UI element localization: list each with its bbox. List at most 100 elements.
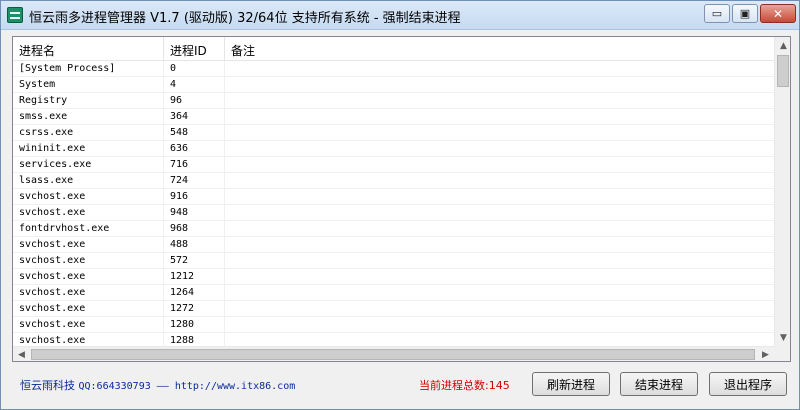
window-title: 恒云雨多进程管理器 V1.7 (驱动版) 32/64位 支持所有系统 - 强制结… xyxy=(29,11,461,26)
scroll-right-arrow-icon[interactable]: ▶ xyxy=(757,347,774,361)
process-id-cell: 724 xyxy=(164,173,225,189)
process-name-cell: lsass.exe xyxy=(13,173,164,189)
process-note-cell xyxy=(225,317,774,333)
column-header-note[interactable]: 备注 xyxy=(225,37,774,61)
process-note-cell xyxy=(225,61,774,77)
table-row[interactable]: svchost.exe 488 xyxy=(13,237,774,253)
refresh-processes-button[interactable]: 刷新进程 xyxy=(532,372,610,396)
process-note-cell xyxy=(225,285,774,301)
list-header: 进程名 进程ID 备注 xyxy=(13,37,774,61)
process-name-cell: wininit.exe xyxy=(13,141,164,157)
exit-program-button[interactable]: 退出程序 xyxy=(709,372,787,396)
process-id-cell: 364 xyxy=(164,109,225,125)
process-note-cell xyxy=(225,301,774,317)
company-name: 恒云雨科技 xyxy=(20,379,75,392)
process-note-cell xyxy=(225,141,774,157)
company-info[interactable]: 恒云雨科技 QQ:664330793 —— http://www.itx86.c… xyxy=(20,377,295,393)
vertical-scrollbar[interactable]: ▲ ▼ xyxy=(774,37,790,346)
process-id-cell: 948 xyxy=(164,205,225,221)
process-name-cell: svchost.exe xyxy=(13,285,164,301)
horizontal-scroll-thumb[interactable] xyxy=(31,349,755,360)
process-rows: [System Process] 0 System 4 Registry 96 smss.e… xyxy=(13,61,774,346)
scrollbar-corner xyxy=(774,346,790,361)
process-id-cell: 4 xyxy=(164,77,225,93)
close-icon: ✕ xyxy=(772,6,784,21)
process-name-cell: svchost.exe xyxy=(13,205,164,221)
table-row[interactable]: svchost.exe 572 xyxy=(13,253,774,269)
process-id-cell: 488 xyxy=(164,237,225,253)
process-id-cell: 1264 xyxy=(164,285,225,301)
process-name-cell: svchost.exe xyxy=(13,253,164,269)
process-id-cell: 916 xyxy=(164,189,225,205)
end-process-button[interactable]: 结束进程 xyxy=(620,372,698,396)
process-id-cell: 0 xyxy=(164,61,225,77)
process-note-cell xyxy=(225,333,774,346)
table-row[interactable]: services.exe 716 xyxy=(13,157,774,173)
process-note-cell xyxy=(225,173,774,189)
maximize-button[interactable]: ▣ xyxy=(732,4,758,23)
process-id-cell: 1212 xyxy=(164,269,225,285)
scroll-left-arrow-icon[interactable]: ◀ xyxy=(13,347,30,361)
process-name-cell: svchost.exe xyxy=(13,317,164,333)
process-total: 当前进程总数:145 xyxy=(419,379,510,392)
minimize-icon: ▭ xyxy=(711,7,723,20)
process-note-cell xyxy=(225,237,774,253)
table-row[interactable]: [System Process] 0 xyxy=(13,61,774,77)
table-row[interactable]: lsass.exe 724 xyxy=(13,173,774,189)
table-row[interactable]: csrss.exe 548 xyxy=(13,125,774,141)
process-name-cell: csrss.exe xyxy=(13,125,164,141)
app-logo-icon xyxy=(7,7,23,23)
close-button[interactable]: ✕ xyxy=(760,4,796,23)
process-note-cell xyxy=(225,109,774,125)
table-row[interactable]: svchost.exe 948 xyxy=(13,205,774,221)
table-row[interactable]: svchost.exe 1212 xyxy=(13,269,774,285)
process-note-cell xyxy=(225,93,774,109)
vertical-scroll-thumb[interactable] xyxy=(777,55,789,87)
process-note-cell xyxy=(225,77,774,93)
process-id-cell: 1272 xyxy=(164,301,225,317)
process-id-cell: 716 xyxy=(164,157,225,173)
table-row[interactable]: Registry 96 xyxy=(13,93,774,109)
process-note-cell xyxy=(225,157,774,173)
maximize-icon: ▣ xyxy=(739,7,751,20)
process-list[interactable]: 进程名 进程ID 备注 [System Process] 0 System 4 Regi… xyxy=(12,36,791,362)
table-row[interactable]: svchost.exe 1288 xyxy=(13,333,774,346)
scroll-down-arrow-icon[interactable]: ▼ xyxy=(775,329,790,346)
process-id-cell: 572 xyxy=(164,253,225,269)
table-row[interactable]: fontdrvhost.exe 968 xyxy=(13,221,774,237)
title-bar[interactable]: 恒云雨多进程管理器 V1.7 (驱动版) 32/64位 支持所有系统 - 强制结… xyxy=(1,1,799,30)
process-id-cell: 968 xyxy=(164,221,225,237)
table-row[interactable]: System 4 xyxy=(13,77,774,93)
process-name-cell: svchost.exe xyxy=(13,301,164,317)
column-header-process-id[interactable]: 进程ID xyxy=(164,37,225,61)
table-row[interactable]: smss.exe 364 xyxy=(13,109,774,125)
process-id-cell: 1288 xyxy=(164,333,225,346)
table-row[interactable]: svchost.exe 1264 xyxy=(13,285,774,301)
process-note-cell xyxy=(225,269,774,285)
process-name-cell: svchost.exe xyxy=(13,269,164,285)
horizontal-scrollbar[interactable]: ◀ ▶ xyxy=(13,346,774,361)
column-header-process-name[interactable]: 进程名 xyxy=(13,37,164,61)
process-note-cell xyxy=(225,189,774,205)
process-id-cell: 96 xyxy=(164,93,225,109)
process-name-cell: services.exe xyxy=(13,157,164,173)
process-note-cell xyxy=(225,125,774,141)
process-name-cell: svchost.exe xyxy=(13,333,164,346)
process-name-cell: svchost.exe xyxy=(13,237,164,253)
process-name-cell: fontdrvhost.exe xyxy=(13,221,164,237)
process-id-cell: 1280 xyxy=(164,317,225,333)
process-note-cell xyxy=(225,253,774,269)
process-note-cell xyxy=(225,205,774,221)
process-name-cell: smss.exe xyxy=(13,109,164,125)
table-row[interactable]: svchost.exe 1280 xyxy=(13,317,774,333)
table-row[interactable]: wininit.exe 636 xyxy=(13,141,774,157)
company-contact[interactable]: QQ:664330793 —— http://www.itx86.com xyxy=(79,381,296,392)
minimize-button[interactable]: ▭ xyxy=(704,4,730,23)
process-name-cell: System xyxy=(13,77,164,93)
table-row[interactable]: svchost.exe 1272 xyxy=(13,301,774,317)
process-name-cell: Registry xyxy=(13,93,164,109)
table-row[interactable]: svchost.exe 916 xyxy=(13,189,774,205)
main-window: 恒云雨多进程管理器 V1.7 (驱动版) 32/64位 支持所有系统 - 强制结… xyxy=(0,0,800,410)
process-name-cell: [System Process] xyxy=(13,61,164,77)
scroll-up-arrow-icon[interactable]: ▲ xyxy=(775,37,790,54)
